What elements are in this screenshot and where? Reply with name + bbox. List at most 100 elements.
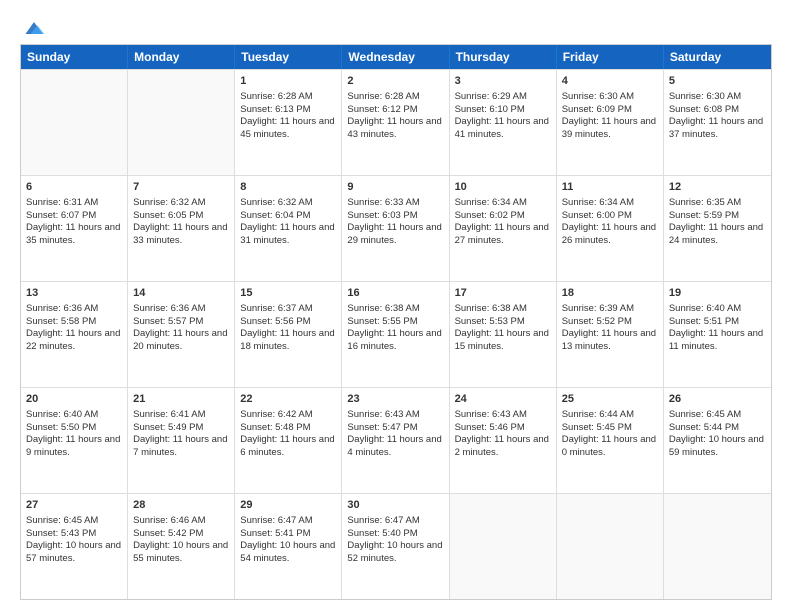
day-number: 20: [26, 392, 122, 407]
day-info: Sunset: 5:59 PM: [669, 210, 766, 223]
day-info: Daylight: 11 hours and 7 minutes.: [133, 434, 229, 460]
day-info: Sunrise: 6:47 AM: [240, 515, 336, 528]
day-number: 3: [455, 74, 551, 89]
day-info: Sunset: 6:02 PM: [455, 210, 551, 223]
day-info: Daylight: 11 hours and 37 minutes.: [669, 116, 766, 142]
day-number: 12: [669, 180, 766, 195]
day-number: 21: [133, 392, 229, 407]
day-number: 28: [133, 498, 229, 513]
day-info: Daylight: 11 hours and 4 minutes.: [347, 434, 443, 460]
day-info: Daylight: 11 hours and 6 minutes.: [240, 434, 336, 460]
calendar-cell: [21, 70, 128, 175]
day-info: Daylight: 11 hours and 20 minutes.: [133, 328, 229, 354]
calendar-cell: 22 Sunrise: 6:42 AMSunset: 5:48 PMDayligh…: [235, 388, 342, 493]
day-number: 26: [669, 392, 766, 407]
day-info: Sunrise: 6:30 AM: [669, 91, 766, 104]
day-info: Daylight: 11 hours and 16 minutes.: [347, 328, 443, 354]
day-info: Sunset: 5:52 PM: [562, 316, 658, 329]
day-info: Sunset: 5:57 PM: [133, 316, 229, 329]
calendar-header: SundayMondayTuesdayWednesdayThursdayFrid…: [21, 45, 771, 69]
calendar-cell: 28Sunrise: 6:46 AMSunset: 5:42 PMDayligh…: [128, 494, 235, 599]
day-info: Sunset: 6:00 PM: [562, 210, 658, 223]
calendar-header-cell: Saturday: [664, 45, 771, 69]
day-number: 10: [455, 180, 551, 195]
day-info: Daylight: 11 hours and 43 minutes.: [347, 116, 443, 142]
day-info: Sunrise: 6:38 AM: [347, 303, 443, 316]
calendar-cell: 8Sunrise: 6:32 AMSunset: 6:04 PMDaylight…: [235, 176, 342, 281]
day-info: Daylight: 11 hours and 18 minutes.: [240, 328, 336, 354]
day-info: Sunset: 5:49 PM: [133, 422, 229, 435]
day-info: Sunset: 5:56 PM: [240, 316, 336, 329]
calendar-cell: 10 Sunrise: 6:34 AMSunset: 6:02 PMDayligh…: [450, 176, 557, 281]
day-info: Sunrise: 6:44 AM: [562, 409, 658, 422]
calendar-row: 1Sunrise: 6:28 AMSunset: 6:13 PMDaylight…: [21, 69, 771, 175]
calendar-cell: 30Sunrise: 6:47 AMSunset: 5:40 PMDayligh…: [342, 494, 449, 599]
day-number: 16: [347, 286, 443, 301]
calendar-cell: 29Sunrise: 6:47 AMSunset: 5:41 PMDayligh…: [235, 494, 342, 599]
day-info: Daylight: 11 hours and 24 minutes.: [669, 222, 766, 248]
day-info: Sunrise: 6:40 AM: [26, 409, 122, 422]
calendar-cell: 12 Sunrise: 6:35 AMSunset: 5:59 PMDayligh…: [664, 176, 771, 281]
day-info: Sunrise: 6:40 AM: [669, 303, 766, 316]
calendar-cell: 23Sunrise: 6:43 AMSunset: 5:47 PMDayligh…: [342, 388, 449, 493]
calendar-row: 27Sunrise: 6:45 AMSunset: 5:43 PMDayligh…: [21, 493, 771, 599]
calendar-cell: 18Sunrise: 6:39 AMSunset: 5:52 PMDayligh…: [557, 282, 664, 387]
day-info: Sunset: 5:48 PM: [240, 422, 336, 435]
day-info: Sunset: 5:45 PM: [562, 422, 658, 435]
day-info: Sunset: 5:53 PM: [455, 316, 551, 329]
calendar-cell: 13Sunrise: 6:36 AMSunset: 5:58 PMDayligh…: [21, 282, 128, 387]
day-number: 14: [133, 286, 229, 301]
day-number: 27: [26, 498, 122, 513]
day-info: Sunrise: 6:42 AM: [240, 409, 336, 422]
day-info: Daylight: 11 hours and 27 minutes.: [455, 222, 551, 248]
day-info: Sunset: 5:44 PM: [669, 422, 766, 435]
calendar-cell: 3Sunrise: 6:29 AMSunset: 6:10 PMDaylight…: [450, 70, 557, 175]
day-info: Daylight: 11 hours and 26 minutes.: [562, 222, 658, 248]
day-info: Sunset: 5:42 PM: [133, 528, 229, 541]
day-info: Daylight: 11 hours and 39 minutes.: [562, 116, 658, 142]
calendar-cell: [128, 70, 235, 175]
day-info: Sunset: 6:03 PM: [347, 210, 443, 223]
day-info: Daylight: 10 hours and 52 minutes.: [347, 540, 443, 566]
day-info: Sunrise: 6:33 AM: [347, 197, 443, 210]
day-info: Sunrise: 6:28 AM: [240, 91, 336, 104]
calendar-cell: 25Sunrise: 6:44 AMSunset: 5:45 PMDayligh…: [557, 388, 664, 493]
day-number: 8: [240, 180, 336, 195]
calendar-cell: 11Sunrise: 6:34 AMSunset: 6:00 PMDayligh…: [557, 176, 664, 281]
calendar-cell: 26Sunrise: 6:45 AMSunset: 5:44 PMDayligh…: [664, 388, 771, 493]
calendar-cell: 24Sunrise: 6:43 AMSunset: 5:46 PMDayligh…: [450, 388, 557, 493]
day-info: Sunrise: 6:30 AM: [562, 91, 658, 104]
day-info: Daylight: 10 hours and 59 minutes.: [669, 434, 766, 460]
day-info: Sunrise: 6:34 AM: [562, 197, 658, 210]
calendar-cell: 20Sunrise: 6:40 AMSunset: 5:50 PMDayligh…: [21, 388, 128, 493]
day-info: Sunrise: 6:35 AM: [669, 197, 766, 210]
day-info: Sunrise: 6:43 AM: [347, 409, 443, 422]
day-info: Daylight: 11 hours and 31 minutes.: [240, 222, 336, 248]
day-number: 18: [562, 286, 658, 301]
calendar-cell: 6Sunrise: 6:31 AMSunset: 6:07 PMDaylight…: [21, 176, 128, 281]
calendar: SundayMondayTuesdayWednesdayThursdayFrid…: [20, 44, 772, 600]
day-info: Daylight: 11 hours and 45 minutes.: [240, 116, 336, 142]
day-info: Sunrise: 6:28 AM: [347, 91, 443, 104]
calendar-cell: [664, 494, 771, 599]
day-info: Sunrise: 6:46 AM: [133, 515, 229, 528]
day-info: Daylight: 11 hours and 15 minutes.: [455, 328, 551, 354]
day-info: Sunrise: 6:34 AM: [455, 197, 551, 210]
day-info: Sunrise: 6:41 AM: [133, 409, 229, 422]
calendar-header-cell: Wednesday: [342, 45, 449, 69]
day-info: Sunset: 5:58 PM: [26, 316, 122, 329]
calendar-cell: 1Sunrise: 6:28 AMSunset: 6:13 PMDaylight…: [235, 70, 342, 175]
calendar-cell: 19Sunrise: 6:40 AMSunset: 5:51 PMDayligh…: [664, 282, 771, 387]
day-number: 22: [240, 392, 336, 407]
day-info: Daylight: 10 hours and 57 minutes.: [26, 540, 122, 566]
day-number: 17: [455, 286, 551, 301]
day-number: 6: [26, 180, 122, 195]
calendar-cell: 16 Sunrise: 6:38 AMSunset: 5:55 PMDayligh…: [342, 282, 449, 387]
day-info: Sunset: 6:04 PM: [240, 210, 336, 223]
day-info: Sunrise: 6:37 AM: [240, 303, 336, 316]
day-info: Daylight: 11 hours and 9 minutes.: [26, 434, 122, 460]
header: [20, 16, 772, 36]
calendar-cell: 15Sunrise: 6:37 AMSunset: 5:56 PMDayligh…: [235, 282, 342, 387]
calendar-row: 6Sunrise: 6:31 AMSunset: 6:07 PMDaylight…: [21, 175, 771, 281]
day-info: Sunset: 5:55 PM: [347, 316, 443, 329]
